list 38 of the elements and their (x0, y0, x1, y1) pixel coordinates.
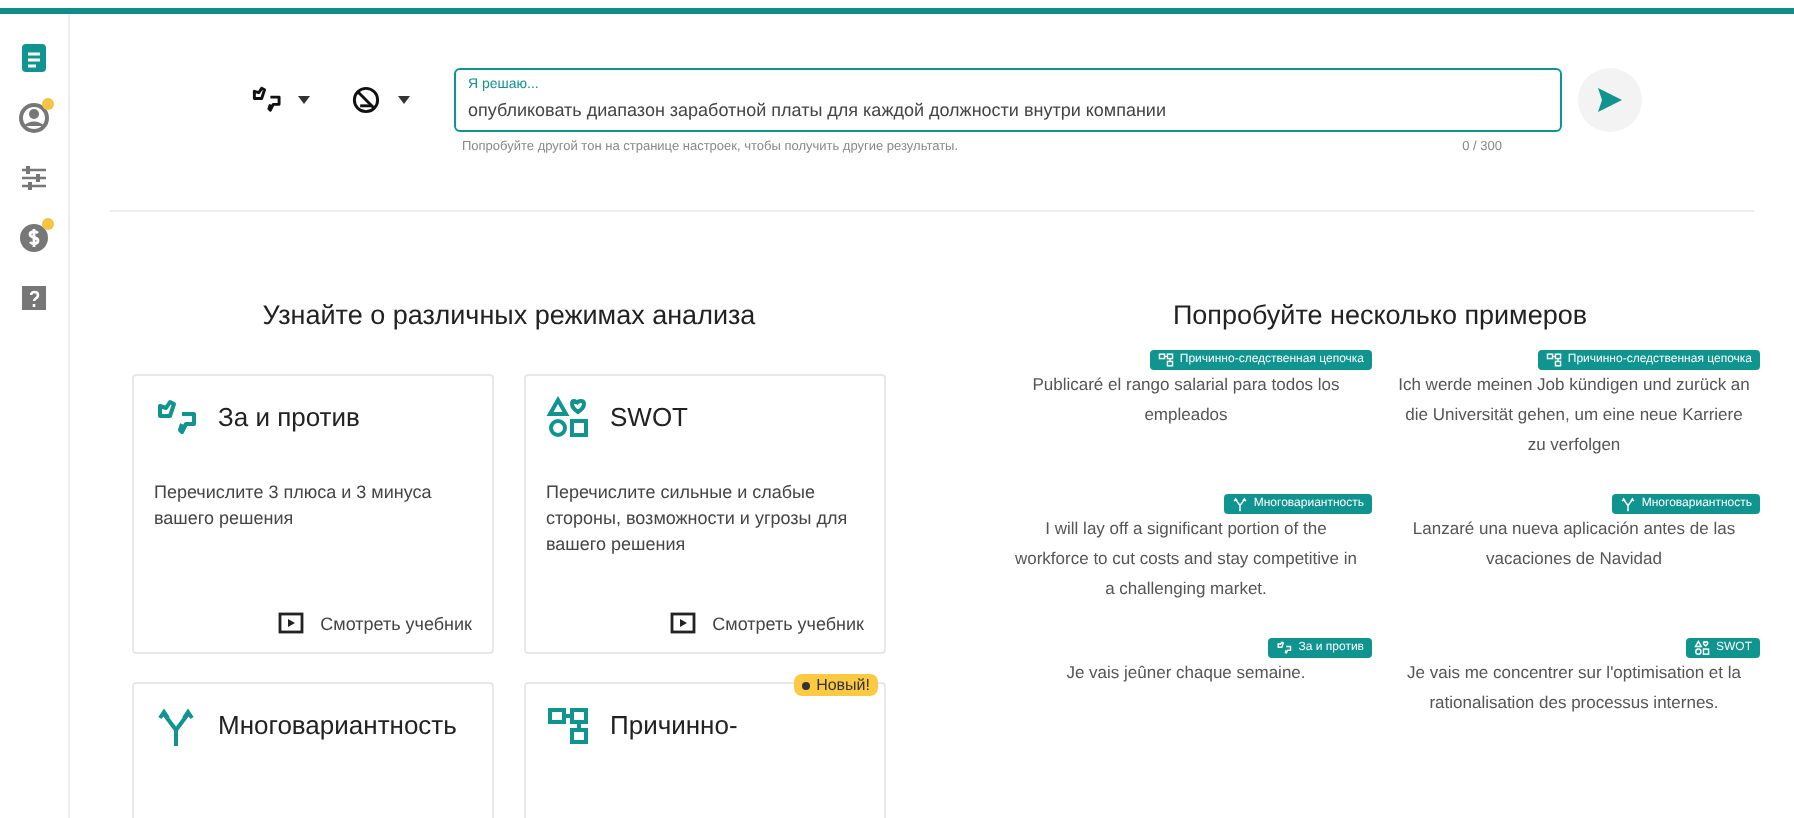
dollar-icon[interactable] (14, 218, 54, 258)
thumbs-icon (1276, 640, 1293, 656)
mode-card[interactable]: За и против Перечислите 3 плюса и 3 минуса вашего решения Смотреть учебник (132, 374, 494, 654)
card-description: Перечислите сильные и слабые стороны, возможности и угрозы для вашего решения (546, 480, 850, 558)
shapes-icon (546, 396, 590, 440)
example-text[interactable]: Je vais jeûner chaque semaine. (1000, 658, 1372, 688)
new-badge: Новый! (794, 674, 878, 696)
fork-icon (154, 704, 198, 748)
shapes-icon (1694, 640, 1710, 656)
section-heading: Попробуйте несколько примеров (1170, 300, 1590, 330)
card-title: Многовариантность (218, 708, 457, 744)
card-title: SWOT (610, 400, 688, 436)
mode-card[interactable]: SWOT Перечислите сильные и слабые стороны, возможности и угрозы для вашего решения Смотреть учебник (524, 374, 886, 654)
example-text[interactable]: Lanzaré una nueva aplicación antes de las vacaciones de Navidad (1388, 514, 1760, 574)
example-text[interactable]: Ich werde meinen Job kündigen und zurück an die Universität gehen, um eine neue Karriere zu verfolgen (1388, 370, 1760, 460)
flowchart-icon (1545, 352, 1562, 368)
card-title: Причинно- (610, 708, 738, 744)
tutorial-link[interactable]: Смотреть учебник (670, 612, 864, 634)
thumbs-icon (154, 396, 198, 440)
example-text[interactable]: I will lay off a significant portion of the workforce to cut costs and stay competitive in a challenging market. (1000, 514, 1372, 604)
card-description: Перечислите 3 плюса и 3 минуса вашего решения (154, 480, 434, 532)
tutorial-link[interactable]: Смотреть учебник (278, 612, 472, 634)
example-text[interactable]: Publicaré el rango salarial para todos los empleados (1000, 370, 1372, 430)
fork-icon (1231, 496, 1248, 512)
flowchart-icon (1157, 352, 1174, 368)
example-text[interactable]: Je vais me concentrer sur l'optimisation et la rationalisation des processus internes. (1388, 658, 1760, 718)
fork-icon (1619, 496, 1636, 512)
play-icon (670, 612, 697, 634)
section-heading: Узнайте о различных режимах анализа (260, 300, 758, 330)
send-button[interactable] (1578, 68, 1642, 132)
card-title: За и против (218, 400, 360, 436)
send-icon (1596, 86, 1624, 114)
user-icon[interactable] (14, 98, 54, 138)
play-icon (278, 612, 305, 634)
flowchart-icon (546, 704, 590, 748)
mood-icon (350, 84, 382, 116)
mode-card[interactable]: Многовариантность (132, 682, 494, 818)
thumbs-icon (250, 84, 282, 116)
